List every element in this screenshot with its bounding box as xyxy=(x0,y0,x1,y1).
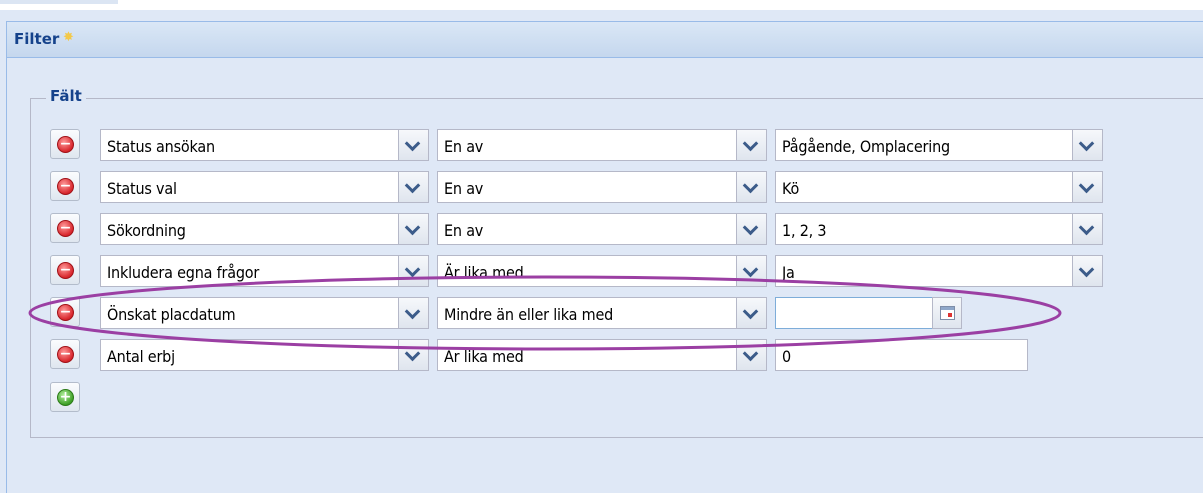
remove-row-button[interactable]: − xyxy=(50,255,80,285)
operator-dropdown-trigger[interactable] xyxy=(736,340,766,370)
field-combo[interactable]: Antal erbj xyxy=(100,339,429,371)
remove-row-button[interactable]: − xyxy=(50,297,80,327)
number-value: 0 xyxy=(782,347,791,366)
operator-combo[interactable]: En av xyxy=(437,213,767,245)
value-combo[interactable]: Ja xyxy=(775,255,1103,287)
chevron-down-icon xyxy=(742,261,759,278)
filter-row: − Status val En av Kö xyxy=(0,171,1203,203)
field-combo[interactable]: Status ansökan xyxy=(100,129,429,161)
chevron-down-icon xyxy=(404,261,421,278)
operator-value: En av xyxy=(444,137,484,156)
field-dropdown-trigger[interactable] xyxy=(398,298,428,328)
chevron-down-icon xyxy=(404,177,421,194)
operator-combo[interactable]: En av xyxy=(437,129,767,161)
operator-value: Är lika med xyxy=(444,347,524,366)
fieldset-legend: Fält xyxy=(46,87,86,105)
tab-edge xyxy=(0,0,118,4)
remove-row-button[interactable]: − xyxy=(50,171,80,201)
chevron-down-icon xyxy=(1078,177,1095,194)
chevron-down-icon xyxy=(1078,135,1095,152)
minus-circle-icon: − xyxy=(57,136,74,153)
value-combo[interactable]: Kö xyxy=(775,171,1103,203)
operator-value: En av xyxy=(444,221,484,240)
field-combo[interactable]: Inkludera egna frågor xyxy=(100,255,429,287)
add-row-button[interactable]: + xyxy=(50,382,80,412)
operator-dropdown-trigger[interactable] xyxy=(736,256,766,286)
filter-row: − Inkludera egna frågor Är lika med Ja xyxy=(0,255,1203,287)
value-combo[interactable]: 1, 2, 3 xyxy=(775,213,1103,245)
value-dropdown-trigger[interactable] xyxy=(1072,214,1102,244)
field-combo[interactable]: Sökordning xyxy=(100,213,429,245)
star-icon: ✸ xyxy=(63,30,74,45)
date-input[interactable] xyxy=(775,297,933,329)
chevron-down-icon xyxy=(404,219,421,236)
chevron-down-icon xyxy=(742,177,759,194)
remove-row-button[interactable]: − xyxy=(50,213,80,243)
operator-dropdown-trigger[interactable] xyxy=(736,298,766,328)
operator-dropdown-trigger[interactable] xyxy=(736,214,766,244)
field-dropdown-trigger[interactable] xyxy=(398,214,428,244)
filter-row: − Status ansökan En av Pågående, Omplace… xyxy=(0,129,1203,161)
value-dropdown-trigger[interactable] xyxy=(1072,256,1102,286)
value-text: Pågående, Omplacering xyxy=(782,137,950,156)
field-dropdown-trigger[interactable] xyxy=(398,130,428,160)
chevron-down-icon xyxy=(742,219,759,236)
filter-row: − Önskat placdatum Mindre än eller lika … xyxy=(0,297,1203,329)
operator-combo[interactable]: Mindre än eller lika med xyxy=(437,297,767,329)
field-value: Sökordning xyxy=(107,221,186,240)
plus-circle-icon: + xyxy=(57,389,74,406)
operator-dropdown-trigger[interactable] xyxy=(736,130,766,160)
operator-value: Mindre än eller lika med xyxy=(444,305,614,324)
operator-dropdown-trigger[interactable] xyxy=(736,172,766,202)
chevron-down-icon xyxy=(742,135,759,152)
minus-circle-icon: − xyxy=(57,262,74,279)
value-dropdown-trigger[interactable] xyxy=(1072,130,1102,160)
value-text: Ja xyxy=(782,263,795,282)
field-value: Status val xyxy=(107,179,177,198)
chevron-down-icon xyxy=(1078,261,1095,278)
calendar-icon xyxy=(940,306,955,320)
minus-circle-icon: − xyxy=(57,178,74,195)
chevron-down-icon xyxy=(404,345,421,362)
chevron-down-icon xyxy=(404,135,421,152)
minus-circle-icon: − xyxy=(57,346,74,363)
field-value: Status ansökan xyxy=(107,137,215,156)
chevron-down-icon xyxy=(742,345,759,362)
remove-row-button[interactable]: − xyxy=(50,339,80,369)
value-text: Kö xyxy=(782,179,800,198)
chevron-down-icon xyxy=(742,303,759,320)
chevron-down-icon xyxy=(1078,219,1095,236)
field-dropdown-trigger[interactable] xyxy=(398,172,428,202)
panel-title: Filter xyxy=(14,30,60,48)
filter-row: − Antal erbj Är lika med 0 xyxy=(0,339,1203,371)
filter-row: − Sökordning En av 1, 2, 3 xyxy=(0,213,1203,245)
field-combo[interactable]: Önskat placdatum xyxy=(100,297,429,329)
number-input[interactable]: 0 xyxy=(775,339,1028,371)
value-text: 1, 2, 3 xyxy=(782,221,827,240)
operator-combo[interactable]: En av xyxy=(437,171,767,203)
operator-value: En av xyxy=(444,179,484,198)
top-strip xyxy=(0,0,1203,10)
field-value: Inkludera egna frågor xyxy=(107,263,260,282)
value-dropdown-trigger[interactable] xyxy=(1072,172,1102,202)
field-combo[interactable]: Status val xyxy=(100,171,429,203)
field-value: Önskat placdatum xyxy=(107,305,236,324)
add-row-container: + xyxy=(0,382,1203,414)
field-dropdown-trigger[interactable] xyxy=(398,256,428,286)
date-picker-button[interactable] xyxy=(932,297,962,329)
chevron-down-icon xyxy=(404,303,421,320)
filter-panel-header: Filter ✸ xyxy=(6,21,1203,58)
operator-value: Är lika med xyxy=(444,263,524,282)
field-value: Antal erbj xyxy=(107,347,175,366)
minus-circle-icon: − xyxy=(57,304,74,321)
minus-circle-icon: − xyxy=(57,220,74,237)
remove-row-button[interactable]: − xyxy=(50,129,80,159)
operator-combo[interactable]: Är lika med xyxy=(437,255,767,287)
value-combo[interactable]: Pågående, Omplacering xyxy=(775,129,1103,161)
field-dropdown-trigger[interactable] xyxy=(398,340,428,370)
operator-combo[interactable]: Är lika med xyxy=(437,339,767,371)
